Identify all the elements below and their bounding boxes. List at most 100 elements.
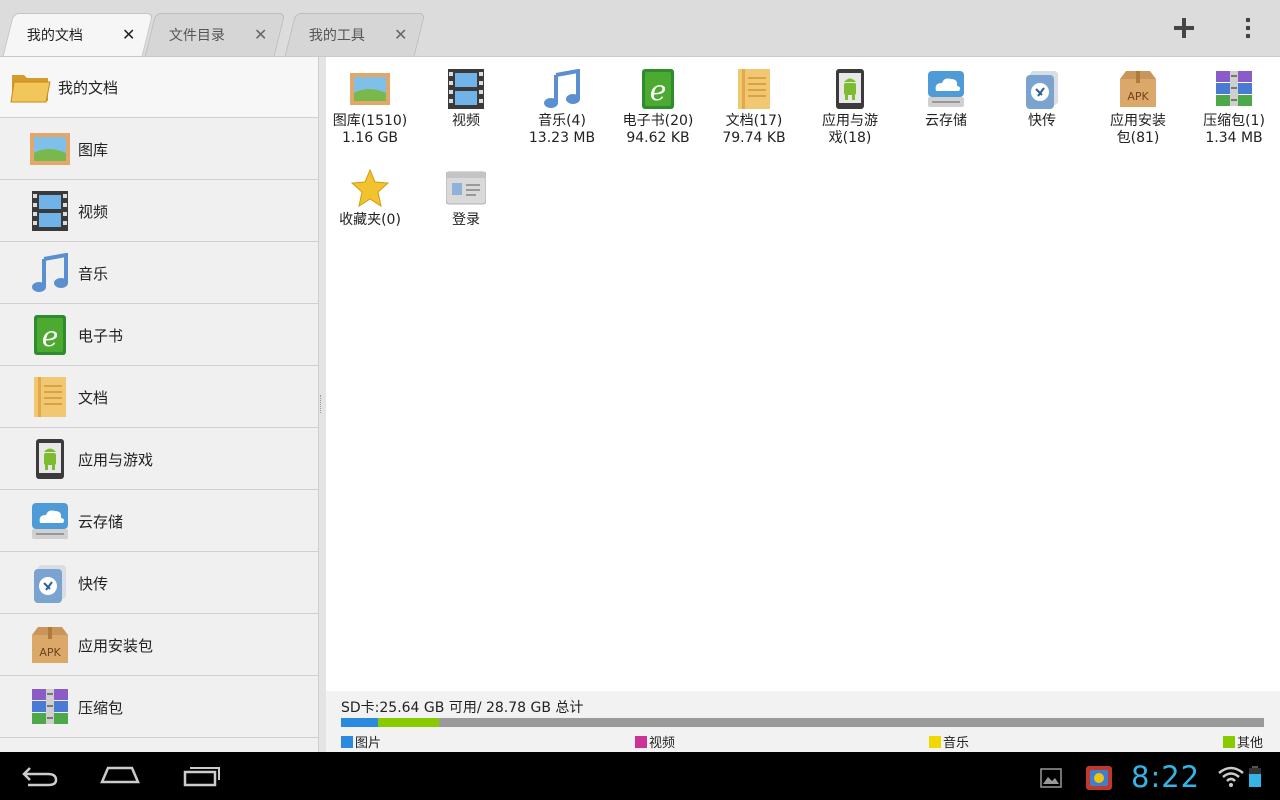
favorites-icon — [350, 168, 390, 208]
grid-item-title: 图库(1510) — [332, 113, 408, 129]
sidebar-item-label: 图库 — [78, 141, 109, 159]
sidebar-item-apk[interactable]: APK 应用安装包 — [0, 615, 318, 676]
sidebar-item-archive[interactable]: 压缩包 — [0, 677, 318, 738]
sidebar-item-quick-transfer[interactable]: 快传 — [0, 553, 318, 614]
app-notification-icon[interactable] — [1084, 762, 1114, 792]
document-icon — [34, 377, 66, 417]
grid-item-video[interactable]: 视频 — [418, 61, 514, 130]
clock: 8:22 — [1131, 760, 1201, 794]
storage-segment-images — [341, 718, 378, 727]
archive-icon — [32, 689, 68, 724]
legend-other: 其他 — [1223, 732, 1263, 751]
legend-label: 其他 — [1237, 736, 1264, 751]
grid-item-apk[interactable]: APK 应用安装 包(81) — [1090, 61, 1186, 147]
legend-swatch — [929, 735, 941, 748]
gallery-icon — [30, 133, 70, 165]
grid-item-title: 应用与游 — [822, 113, 878, 129]
legend-label: 视频 — [649, 736, 676, 751]
plus-icon[interactable] — [1170, 14, 1198, 42]
sidebar-header-label: 我的文档 — [58, 79, 119, 97]
sidebar-item-ebook[interactable]: e 电子书 — [0, 305, 318, 366]
close-icon[interactable]: ✕ — [254, 25, 267, 44]
tab-label: 我的工具 — [308, 28, 365, 44]
grid-item-title: 收藏夹(0) — [339, 212, 401, 228]
category-grid: 图库(1510) 1.16 GB 视频 音乐(4) 13.23 MB e 电子书… — [326, 57, 1280, 691]
resize-handle[interactable] — [320, 395, 324, 413]
grid-item-title: 电子书(20) — [622, 113, 694, 129]
svg-text:APK: APK — [1127, 90, 1149, 103]
grid-item-music[interactable]: 音乐(4) 13.23 MB — [514, 61, 610, 147]
tab-my-tools[interactable]: 我的工具 ✕ — [284, 13, 426, 56]
grid-item-cloud[interactable]: 云存储 — [898, 61, 994, 130]
grid-item-gallery[interactable]: 图库(1510) 1.16 GB — [322, 61, 418, 147]
sidebar-item-music[interactable]: 音乐 — [0, 243, 318, 304]
grid-item-archive[interactable]: 压缩包(1) 1.34 MB — [1186, 61, 1280, 147]
tab-file-directory[interactable]: 文件目录 ✕ — [144, 13, 286, 56]
wifi-icon — [1218, 766, 1244, 787]
grid-item-title: 登录 — [452, 212, 480, 228]
apk-icon: APK — [32, 627, 68, 663]
grid-item-size: 1.34 MB — [1205, 130, 1263, 146]
svg-text:APK: APK — [39, 646, 61, 659]
tab-label: 我的文档 — [26, 28, 83, 44]
close-icon[interactable]: ✕ — [394, 25, 407, 44]
grid-item-ebook[interactable]: e 电子书(20) 94.62 KB — [610, 61, 706, 147]
sidebar-item-video[interactable]: 视频 — [0, 181, 318, 242]
grid-item-title: 云存储 — [925, 113, 967, 129]
grid-item-title: 视频 — [452, 113, 480, 129]
grid-item-quick-transfer[interactable]: 快传 — [994, 61, 1090, 130]
sidebar-item-label: 快传 — [78, 575, 109, 593]
screenshot-notification-icon[interactable] — [1040, 768, 1062, 788]
sidebar: 我的文档 图库 视频 音乐 e 电子书 文档 应用与游戏 云存储 快传 APK … — [0, 57, 318, 752]
grid-item-size: 戏(18) — [828, 130, 872, 146]
svg-text:e: e — [42, 320, 59, 353]
recent-apps-icon[interactable] — [182, 764, 222, 788]
grid-item-size: 79.74 KB — [722, 130, 786, 146]
sidebar-item-document[interactable]: 文档 — [0, 367, 318, 428]
back-icon[interactable] — [20, 764, 60, 788]
grid-item-size: 13.23 MB — [528, 130, 596, 146]
quick-transfer-icon — [1026, 71, 1058, 109]
sidebar-item-apps[interactable]: 应用与游戏 — [0, 429, 318, 490]
storage-panel: SD卡:25.64 GB 可用/ 28.78 GB 总计 图片 视频 音乐 其他 — [326, 691, 1280, 752]
grid-item-size: 1.16 GB — [341, 130, 399, 146]
sidebar-item-label: 音乐 — [78, 265, 109, 283]
sidebar-item-label: 应用与游戏 — [78, 451, 154, 469]
sidebar-item-gallery[interactable]: 图库 — [0, 119, 318, 180]
ebook-icon: e — [34, 315, 66, 355]
storage-usage-bar — [341, 718, 1264, 727]
sidebar-item-label: 压缩包 — [78, 699, 124, 717]
grid-item-apps[interactable]: 应用与游 戏(18) — [802, 61, 898, 147]
gallery-icon — [350, 73, 390, 105]
grid-item-login[interactable]: 登录 — [418, 160, 514, 229]
grid-item-document[interactable]: 文档(17) 79.74 KB — [706, 61, 802, 147]
sidebar-item-label: 云存储 — [78, 513, 124, 531]
apk-icon: APK — [1120, 71, 1156, 107]
svg-text:e: e — [650, 74, 667, 107]
grid-item-title: 压缩包(1) — [1203, 113, 1265, 129]
overflow-menu-icon[interactable] — [1236, 14, 1260, 42]
quick-transfer-icon — [34, 565, 66, 603]
legend-label: 音乐 — [943, 736, 970, 751]
tab-my-documents[interactable]: 我的文档 ✕ — [2, 13, 154, 56]
legend-swatch — [635, 735, 647, 748]
legend-images: 图片 — [341, 732, 381, 751]
storage-segment-other — [378, 718, 439, 727]
app-icon — [36, 439, 64, 479]
tab-label: 文件目录 — [168, 28, 225, 44]
sidebar-header[interactable]: 我的文档 — [0, 57, 318, 118]
legend-swatch — [1223, 735, 1235, 748]
grid-item-title: 音乐(4) — [538, 113, 586, 129]
app-icon — [836, 69, 864, 109]
document-icon — [738, 69, 770, 109]
storage-summary: SD卡:25.64 GB 可用/ 28.78 GB 总计 — [341, 700, 584, 716]
video-icon — [32, 191, 68, 231]
music-icon — [544, 69, 580, 108]
close-icon[interactable]: ✕ — [122, 25, 135, 44]
sidebar-item-label: 应用安装包 — [78, 637, 154, 655]
grid-item-favorites[interactable]: 收藏夹(0) — [322, 160, 418, 229]
home-icon[interactable] — [100, 764, 140, 788]
sidebar-item-cloud[interactable]: 云存储 — [0, 491, 318, 552]
sidebar-item-label: 视频 — [78, 203, 109, 221]
cloud-icon — [928, 71, 964, 107]
